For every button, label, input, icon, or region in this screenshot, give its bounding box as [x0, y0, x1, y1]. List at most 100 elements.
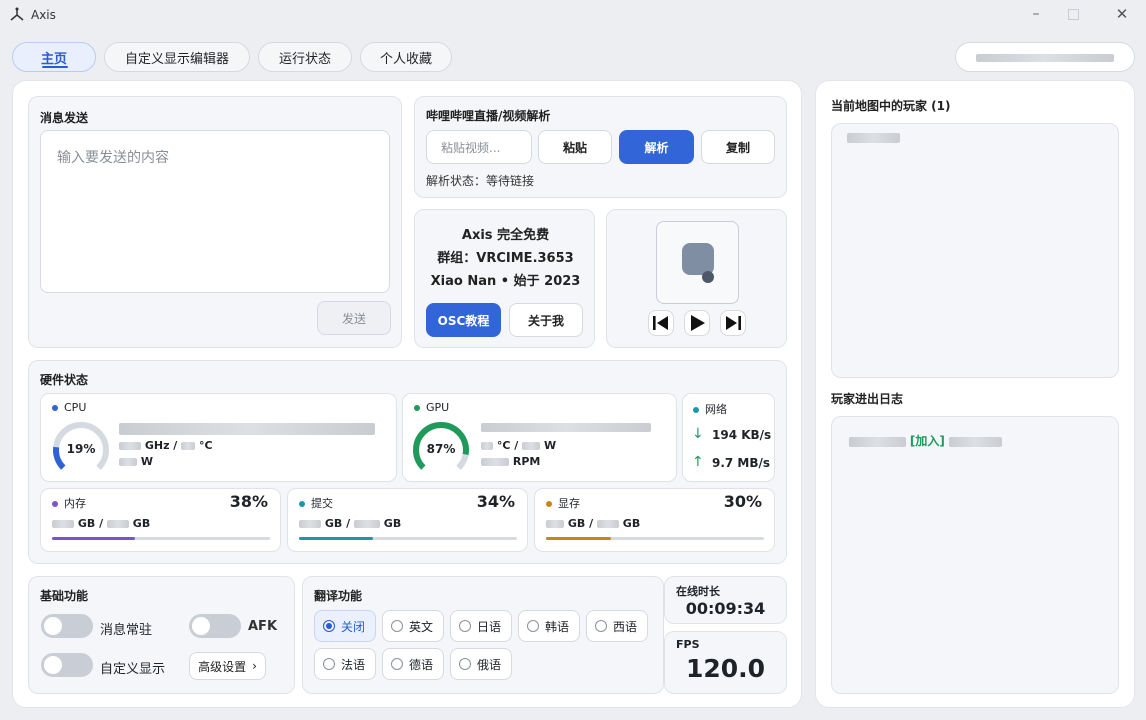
- radio-off[interactable]: 关闭: [314, 610, 376, 642]
- radio-german[interactable]: 德语: [382, 648, 444, 680]
- video-url-input[interactable]: 粘贴视频...: [426, 130, 532, 164]
- previous-track-button[interactable]: [648, 310, 674, 336]
- message-persist-label: 消息常驻: [100, 623, 153, 638]
- players-list[interactable]: [831, 123, 1119, 378]
- afk-label: AFK: [248, 619, 278, 634]
- player-log-title: 玩家进出日志: [831, 392, 904, 406]
- next-track-button[interactable]: [720, 310, 746, 336]
- minimize-icon[interactable]: –: [1026, 6, 1046, 26]
- radio-icon: [595, 620, 607, 632]
- about-line3: Xiao Nan • 始于 2023: [430, 274, 581, 289]
- copy-button[interactable]: 复制: [701, 130, 775, 164]
- basic-card: 基础功能 消息常驻 AFK 自定义显示 高级设置 ›: [28, 576, 295, 694]
- maximize-icon[interactable]: [1068, 9, 1079, 20]
- parse-button[interactable]: 解析: [619, 130, 694, 164]
- close-icon[interactable]: ✕: [1112, 5, 1132, 25]
- about-me-button[interactable]: 关于我: [509, 303, 583, 337]
- radio-english[interactable]: 英文: [382, 610, 444, 642]
- gpu-card: GPU 87% °C / W RPM: [402, 393, 677, 482]
- commit-label: 提交: [299, 495, 333, 511]
- memory-bar: [52, 537, 270, 540]
- message-placeholder: 输入要发送的内容: [57, 150, 169, 166]
- gpu-label: GPU: [414, 401, 449, 414]
- window-title: Axis: [31, 8, 56, 22]
- gpu-percent: 87%: [426, 442, 456, 456]
- bili-card: 哔哩哔哩直播/视频解析 粘贴视频... 粘贴 解析 复制 解析状态：等待链接: [414, 96, 787, 198]
- message-card: 消息发送 输入要发送的内容 发送: [28, 96, 402, 348]
- radio-icon: [459, 658, 471, 670]
- cpu-card: CPU 19% GHz / °C W: [40, 393, 397, 482]
- radio-korean[interactable]: 韩语: [518, 610, 580, 642]
- play-icon: [691, 315, 705, 331]
- vram-usage: GB / GB: [546, 517, 640, 530]
- memory-percent: 38%: [229, 492, 268, 511]
- memory-usage: GB / GB: [52, 517, 150, 530]
- join-tag: [加入]: [909, 434, 945, 448]
- hardware-title: 硬件状态: [40, 373, 89, 387]
- commit-bar: [299, 537, 517, 540]
- cpu-percent: 19%: [66, 442, 96, 456]
- fps-card: FPS 120.0: [664, 631, 787, 694]
- vram-percent: 30%: [723, 492, 762, 511]
- upload-arrow-icon: ↑: [692, 454, 704, 470]
- online-time-label: 在线时长: [676, 585, 720, 598]
- radio-japanese[interactable]: 日语: [450, 610, 512, 642]
- tab-active-indicator: [42, 66, 68, 68]
- vram-label: 显存: [546, 495, 580, 511]
- tab-run-status[interactable]: 运行状态: [258, 42, 352, 72]
- chevron-right-icon: ›: [252, 659, 257, 673]
- gpu-fan: RPM: [481, 455, 540, 468]
- custom-display-label: 自定义显示: [100, 662, 166, 677]
- advanced-settings-button[interactable]: 高级设置 ›: [189, 652, 266, 680]
- radio-icon: [527, 620, 539, 632]
- translate-title: 翻译功能: [314, 589, 363, 603]
- vram-card: 显存 30% GB / GB: [534, 488, 775, 552]
- download-speed: 194 KB/s: [712, 428, 772, 442]
- cpu-freq-temp: GHz / °C: [119, 439, 213, 452]
- tab-home[interactable]: 主页: [12, 42, 96, 72]
- about-line1: Axis 完全免费: [461, 228, 550, 243]
- play-button[interactable]: [684, 310, 710, 336]
- basic-title: 基础功能: [40, 589, 89, 603]
- player-name[interactable]: [847, 133, 900, 143]
- tab-favorites[interactable]: 个人收藏: [360, 42, 452, 72]
- player-log-list[interactable]: [加入]: [831, 416, 1119, 694]
- radio-spanish[interactable]: 西语: [586, 610, 648, 642]
- memory-card: 内存 38% GB / GB: [40, 488, 281, 552]
- app-logo-icon: [10, 7, 24, 21]
- about-line2: 群组：VRCIME.3653: [437, 251, 574, 266]
- afk-toggle[interactable]: [189, 614, 241, 638]
- osc-tutorial-button[interactable]: OSC教程: [426, 303, 501, 337]
- parse-status: 解析状态：等待链接: [426, 174, 535, 188]
- radio-icon: [391, 620, 403, 632]
- paste-button[interactable]: 粘贴: [538, 130, 612, 164]
- fps-value: 120.0: [685, 654, 766, 683]
- translate-card: 翻译功能 关闭 英文 日语 韩语 西语 法语 德语 俄语: [302, 576, 664, 694]
- album-art: [656, 221, 739, 304]
- radio-french[interactable]: 法语: [314, 648, 376, 680]
- upload-speed: 9.7 MB/s: [712, 456, 771, 470]
- tab-custom-display-editor[interactable]: 自定义显示编辑器: [104, 42, 250, 72]
- radio-russian[interactable]: 俄语: [450, 648, 512, 680]
- commit-card: 提交 34% GB / GB: [287, 488, 528, 552]
- radio-icon: [323, 658, 335, 670]
- title-bar: Axis – ✕: [0, 0, 1146, 32]
- online-time-card: 在线时长 00:09:34: [664, 576, 787, 624]
- radio-icon: [391, 658, 403, 670]
- skip-next-icon: [726, 316, 741, 330]
- account-field[interactable]: [955, 42, 1135, 72]
- message-input[interactable]: 输入要发送的内容: [40, 130, 390, 293]
- send-button[interactable]: 发送: [317, 301, 391, 335]
- skip-previous-icon: [653, 316, 668, 330]
- hardware-card: 硬件状态 CPU 19% GHz / °C W GPU 87% °C / W R…: [28, 360, 787, 564]
- online-time-value: 00:09:34: [685, 599, 766, 618]
- custom-display-toggle[interactable]: [41, 653, 93, 677]
- vram-bar: [546, 537, 764, 540]
- message-persist-toggle[interactable]: [41, 614, 93, 638]
- network-label: 网络: [693, 401, 727, 417]
- memory-label: 内存: [52, 495, 86, 511]
- cpu-label: CPU: [52, 401, 86, 414]
- log-entry: [加入]: [849, 432, 1002, 449]
- fps-label: FPS: [676, 638, 700, 651]
- players-panel: 当前地图中的玩家 (1) 玩家进出日志 [加入]: [815, 80, 1135, 708]
